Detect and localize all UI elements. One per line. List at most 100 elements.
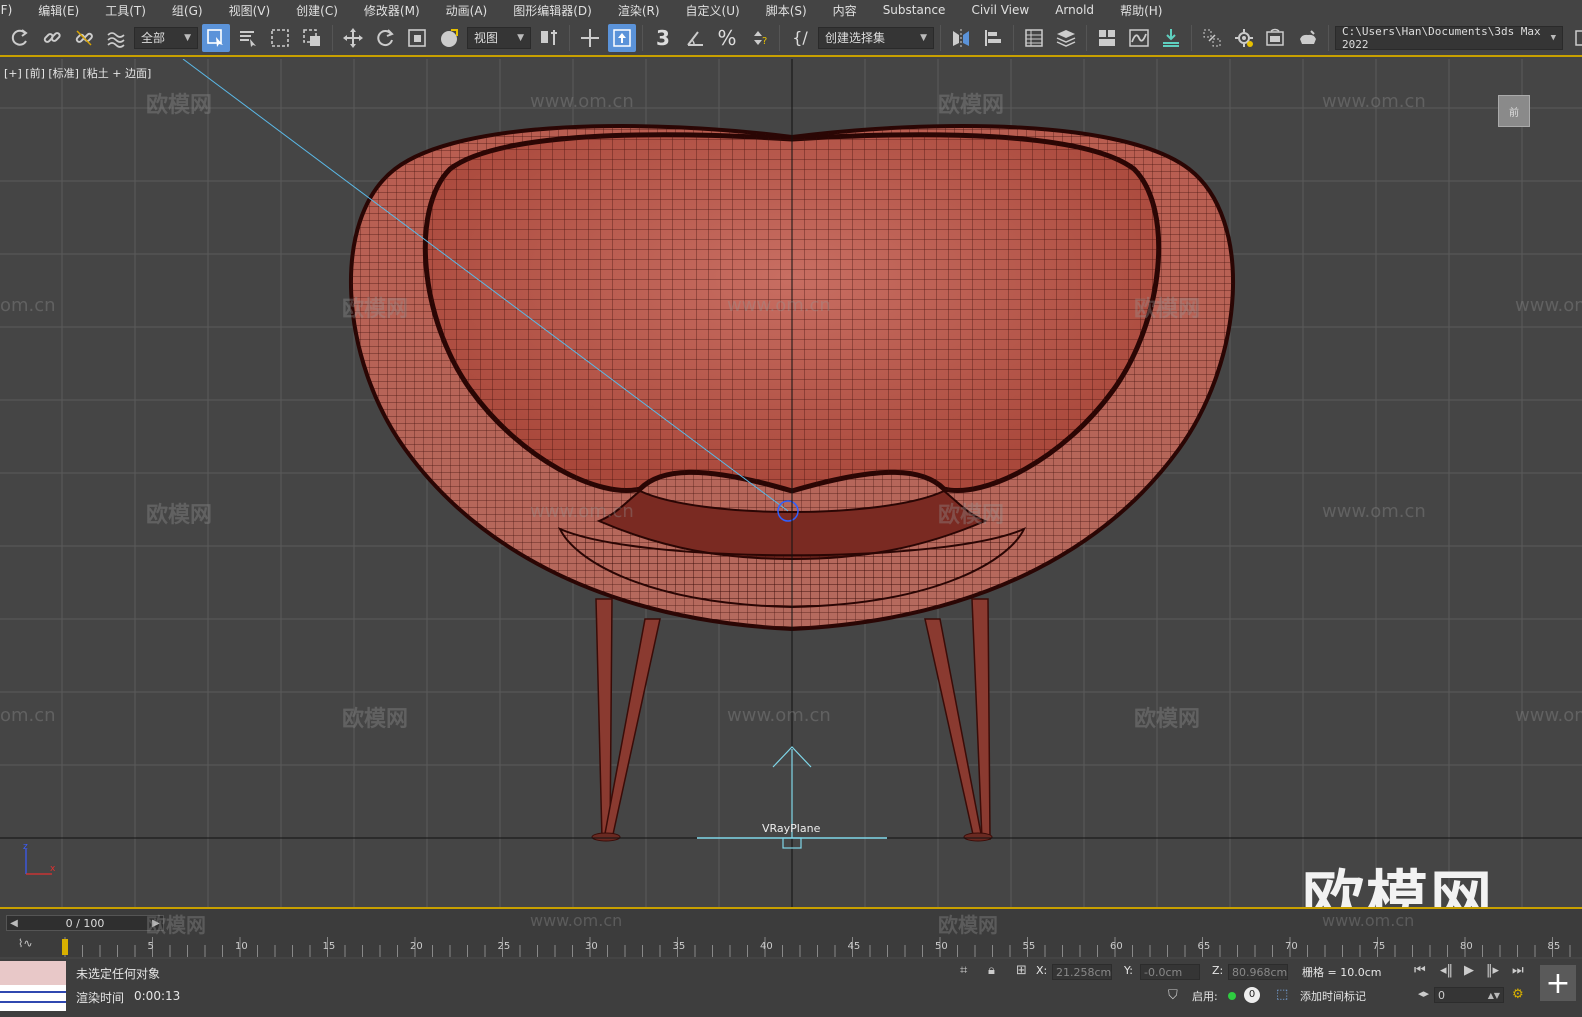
select-by-name-icon[interactable] [234,24,262,52]
select-object-icon[interactable] [202,23,230,52]
time-slider[interactable]: ◀ 0 / 100 ▶ [6,915,164,931]
maxscript-listener-mini[interactable] [0,961,66,1011]
snaps-toggle-icon[interactable]: 3 [649,24,677,52]
chevron-left-icon[interactable]: ◀ [7,916,21,930]
toolbar-separator [1013,24,1014,51]
toggle-ribbon-icon[interactable] [1093,24,1121,52]
watermark: 欧模网 [938,93,1005,118]
viewport-label[interactable]: [+] [前] [标准] [粘土 + 边面] [4,65,151,81]
time-configuration-icon[interactable]: ⚙ [1512,987,1524,1002]
current-frame-field[interactable]: 0 ▲▼ [1434,987,1504,1003]
add-button[interactable]: + [1540,965,1576,1001]
placement-icon[interactable] [435,24,463,52]
time-tag-icon[interactable]: ⬚ [1276,987,1288,1002]
menu-graph-editors[interactable]: 图形编辑器(D) [500,2,605,19]
menu-help[interactable]: 帮助(H) [1107,2,1175,19]
shield-icon[interactable]: ⛉ [1168,988,1178,1003]
y-coordinate-field[interactable]: -0.0cm [1140,964,1200,980]
project-path-field[interactable]: C:\Users\Han\Documents\3ds Max 2022 ▼ [1335,25,1563,51]
watermark-url: www.om.cn [530,91,634,112]
edit-named-selection-icon[interactable]: {/ [786,24,814,52]
menu-rendering[interactable]: 渲染(R) [605,2,673,19]
time-cursor[interactable] [62,939,68,955]
toolbar-separator [1191,24,1192,51]
menu-animation[interactable]: 动画(A) [433,2,501,19]
rendered-frame-window-icon[interactable] [1262,24,1290,52]
scene-explorer-icon[interactable] [1020,24,1048,52]
material-editor-icon[interactable] [1198,24,1226,52]
bind-space-warp-icon[interactable] [102,24,130,52]
align-icon[interactable] [979,24,1007,52]
menu-views[interactable]: 视图(V) [216,2,284,19]
menu-tools[interactable]: 工具(T) [92,2,159,19]
absolute-mode-icon[interactable]: ⊞ [1016,963,1027,978]
keyboard-shortcut-override-icon[interactable] [608,23,636,52]
toolbar-separator [1086,24,1087,51]
mirror-icon[interactable] [947,24,975,52]
menu-substance[interactable]: Substance [870,3,959,17]
timeline-tick-label: 80 [1460,941,1473,952]
enable-count-badge[interactable]: 0 [1244,987,1260,1003]
go-to-start-icon[interactable]: ⏮ [1414,963,1426,978]
reference-coordinate-dropdown[interactable]: 视图 ▼ [467,26,531,49]
render-production-icon[interactable] [1294,24,1322,52]
watermark: 欧模网 [938,503,1005,528]
timeline-tick-label: 35 [672,941,686,952]
scale-icon[interactable] [403,24,431,52]
pivot-center-icon[interactable] [535,24,563,52]
schematic-view-icon[interactable] [1157,24,1185,52]
render-time-value: 0:00:13 [134,989,181,1003]
next-frame-icon[interactable]: ‖▸ [1486,963,1499,978]
front-viewport[interactable]: z x [+] [前] [标准] [粘土 + 边面] 前 欧模网 www.om.… [0,59,1582,907]
rotate-icon[interactable] [371,24,399,52]
svg-text:z: z [23,842,28,852]
rectangular-selection-icon[interactable] [266,24,294,52]
brand-watermark: 欧模网 [1301,863,1494,907]
watermark: 欧模网 [1134,707,1201,732]
toolbar-separator [569,24,570,51]
go-to-end-icon[interactable]: ⏭ [1512,963,1524,978]
menu-arnold[interactable]: Arnold [1042,3,1107,17]
watermark: 欧模网 [342,707,409,732]
menu-content[interactable]: 内容 [820,2,870,19]
link-icon[interactable] [38,24,66,52]
menu-customize[interactable]: 自定义(U) [673,2,753,19]
previous-frame-icon[interactable]: ◂‖ [1440,963,1453,978]
menu-file[interactable]: (F) [0,3,25,17]
select-manipulate-icon[interactable] [576,24,604,52]
menu-edit[interactable]: 编辑(E) [25,2,92,19]
menu-modifiers[interactable]: 修改器(M) [351,2,433,19]
selection-filter-dropdown[interactable]: 全部 ▼ [134,26,198,49]
project-folder-icon[interactable] [1567,24,1582,52]
angle-snap-icon[interactable] [681,24,709,52]
render-setup-icon[interactable] [1230,24,1258,52]
curve-editor-icon[interactable] [1125,24,1153,52]
isolate-selection-icon[interactable]: ⌗ [960,963,967,978]
selection-lock-icon[interactable]: 🔒︎ [988,963,995,978]
spinner-snap-icon[interactable]: ? [745,24,773,52]
window-crossing-icon[interactable] [298,24,326,52]
watermark-url: www.om.cn [530,501,634,522]
menu-civil-view[interactable]: Civil View [958,3,1042,17]
z-coordinate-field[interactable]: 80.968cm [1228,964,1288,980]
percent-snap-icon[interactable]: % [713,24,741,52]
play-icon[interactable]: ▶ [1464,963,1474,978]
move-icon[interactable] [339,24,367,52]
menu-scripting[interactable]: 脚本(S) [753,2,820,19]
menu-group[interactable]: 组(G) [159,2,216,19]
svg-text:x: x [50,864,56,874]
watermark-url: www.om.cn [1515,295,1582,316]
watermark: 欧模网 [1134,297,1201,322]
add-time-tag[interactable]: 添加时间标记 [1300,988,1366,1004]
x-coordinate-field[interactable]: 21.258cm [1052,964,1112,980]
mini-curve-editor-icon[interactable]: ⌇∿ [18,937,40,955]
timeline-tick-label: 55 [1022,941,1036,952]
named-selection-set-dropdown[interactable]: 创建选择集 ▼ [818,26,934,49]
viewcube[interactable]: 前 [1498,95,1530,127]
timeline-track[interactable] [60,937,1575,957]
key-mode-icon[interactable]: ◂▸ [1418,987,1429,1000]
unlink-icon[interactable] [70,24,98,52]
redo-icon[interactable] [6,24,34,52]
menu-create[interactable]: 创建(C) [283,2,351,19]
layer-explorer-icon[interactable] [1052,24,1080,52]
